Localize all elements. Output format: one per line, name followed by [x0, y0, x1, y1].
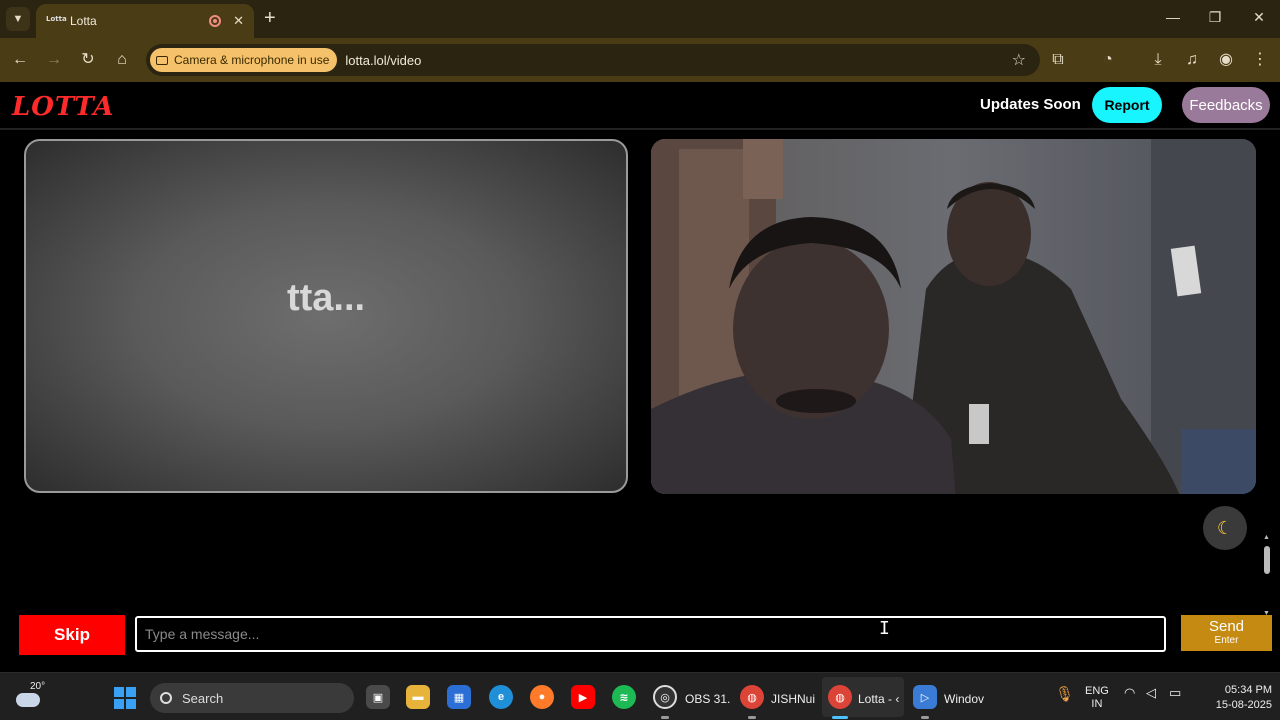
media-running-indicator	[921, 716, 929, 719]
cloud-icon	[16, 693, 40, 707]
message-input[interactable]	[135, 616, 1166, 652]
forward-icon[interactable]: →	[44, 50, 64, 70]
camera-permission-chip[interactable]: Camera & microphone in use	[150, 48, 338, 72]
permission-chip-label: Camera & microphone in use	[174, 53, 330, 67]
store-icon[interactable]: ▦	[447, 685, 471, 709]
tab-favicon-icon: Lotta	[46, 15, 67, 23]
task-view-icon[interactable]: ▣	[366, 685, 390, 709]
close-window-icon[interactable]: ✕	[1249, 9, 1269, 26]
weather-temp: 20°	[30, 681, 46, 692]
url-text: lotta.lol/video	[345, 52, 422, 68]
obs-running-indicator	[661, 716, 669, 719]
tab-strip: ▼ Lotta Lotta ✕ + — ❐ ✕	[0, 0, 1280, 38]
feedback-button[interactable]: Feedbacks	[1182, 87, 1270, 123]
wifi-icon[interactable]: ◠	[1124, 685, 1135, 701]
taskbar-app-label-windows-media[interactable]: Windov	[944, 692, 984, 706]
browser-tab[interactable]: Lotta Lotta ✕	[36, 4, 254, 38]
windows-start-icon[interactable]	[114, 687, 136, 709]
page-scrollbar[interactable]: ▲ ▼	[1262, 534, 1272, 620]
scrollbar-thumb[interactable]	[1264, 546, 1270, 574]
recording-icon	[209, 15, 222, 27]
media-player-icon[interactable]: ▷	[913, 685, 937, 709]
clock-date: 15-08-2025	[1215, 699, 1272, 711]
updates-text: Updates Soon	[980, 96, 1081, 113]
back-icon[interactable]: ←	[10, 50, 30, 70]
obs-icon[interactable]: ◎	[653, 685, 677, 709]
camera-feed-image	[651, 139, 1256, 494]
youtube-icon[interactable]: ▶	[571, 685, 595, 709]
weather-widget[interactable]: 20°	[14, 679, 48, 715]
lang-bottom: IN	[1091, 698, 1103, 710]
tab-title: Lotta	[70, 14, 97, 28]
extensions-icon[interactable]: ⧉	[1048, 50, 1068, 70]
taskbar-search[interactable]: Search	[150, 683, 354, 713]
volume-icon[interactable]: ◁	[1146, 685, 1156, 701]
edge-icon[interactable]: e	[489, 685, 513, 709]
skip-button[interactable]: Skip	[19, 615, 125, 655]
new-tab-icon[interactable]: +	[264, 8, 276, 28]
page-content: LOTTA Updates Soon Report Feedbacks tta.…	[0, 82, 1280, 672]
home-icon[interactable]: ⌂	[112, 50, 132, 70]
close-tab-icon[interactable]: ✕	[233, 13, 244, 29]
scroll-up-icon[interactable]: ▲	[1263, 534, 1270, 541]
send-label: Send	[1208, 618, 1245, 635]
self-video	[651, 139, 1256, 494]
taskbar-app-label-obs[interactable]: OBS 31.	[685, 692, 730, 706]
windows-taskbar: 20° Search ▣ ▬ ▦ e ● ▶ ≋ ◎ OBS 31. ◍ JIS…	[0, 672, 1280, 720]
taskbar-app-label-chrome-2[interactable]: Lotta - ‹	[858, 692, 899, 706]
moon-icon[interactable]: ☾	[1203, 506, 1247, 550]
taskbar-app-label-chrome-1[interactable]: JISHNui	[771, 692, 815, 706]
download-icon[interactable]: ⤓	[1148, 50, 1168, 70]
bookmark-star-icon[interactable]: ☆	[1012, 50, 1026, 70]
restore-icon[interactable]: ❐	[1205, 9, 1225, 26]
chevron-down-icon: ▼	[12, 13, 24, 25]
search-icon	[160, 692, 172, 704]
send-button[interactable]: Send Enter	[1181, 615, 1272, 651]
camera-icon	[156, 55, 168, 65]
chrome-icon[interactable]: ◍	[740, 685, 764, 709]
chrome-icon[interactable]: ◍	[828, 685, 852, 709]
battery-icon[interactable]: ▭	[1169, 685, 1181, 701]
minimize-icon[interactable]: —	[1163, 9, 1183, 25]
tab-search-button[interactable]: ▼	[6, 7, 30, 31]
spotify-icon[interactable]: ≋	[612, 685, 636, 709]
microphone-icon[interactable]: 🎙	[1055, 685, 1074, 703]
report-button[interactable]: Report	[1092, 87, 1162, 123]
chrome-1-running-indicator	[748, 716, 756, 719]
site-header: LOTTA Updates Soon Report Feedbacks	[0, 82, 1280, 130]
lang-top: ENG	[1085, 685, 1109, 697]
incognito-icon[interactable]: ◔	[1098, 50, 1118, 70]
menu-kebab-icon[interactable]: ⋮	[1250, 50, 1270, 70]
firefox-icon[interactable]: ●	[530, 685, 554, 709]
taskbar-search-label: Search	[182, 690, 224, 706]
address-bar[interactable]: Camera & microphone in use lotta.lol/vid…	[146, 44, 1040, 76]
browser-toolbar: ← → ↻ ⌂ Camera & microphone in use lotta…	[0, 38, 1280, 82]
profile-avatar-icon[interactable]: ◉	[1216, 50, 1236, 70]
clock-time: 05:34 PM	[1224, 684, 1272, 696]
system-clock[interactable]: 05:34 PM 15-08-2025	[1196, 683, 1272, 713]
language-indicator[interactable]: ENG IN	[1085, 685, 1109, 711]
send-hint: Enter	[1214, 635, 1239, 646]
stranger-video: tta...	[24, 139, 628, 493]
chrome-2-active-indicator	[832, 716, 848, 719]
file-explorer-icon[interactable]: ▬	[406, 685, 430, 709]
text-cursor-icon: I	[879, 618, 890, 639]
site-logo[interactable]: LOTTA	[12, 92, 114, 122]
reload-icon[interactable]: ↻	[78, 50, 98, 70]
media-control-icon[interactable]: ♫	[1182, 50, 1202, 70]
loading-text: tta...	[286, 276, 366, 319]
